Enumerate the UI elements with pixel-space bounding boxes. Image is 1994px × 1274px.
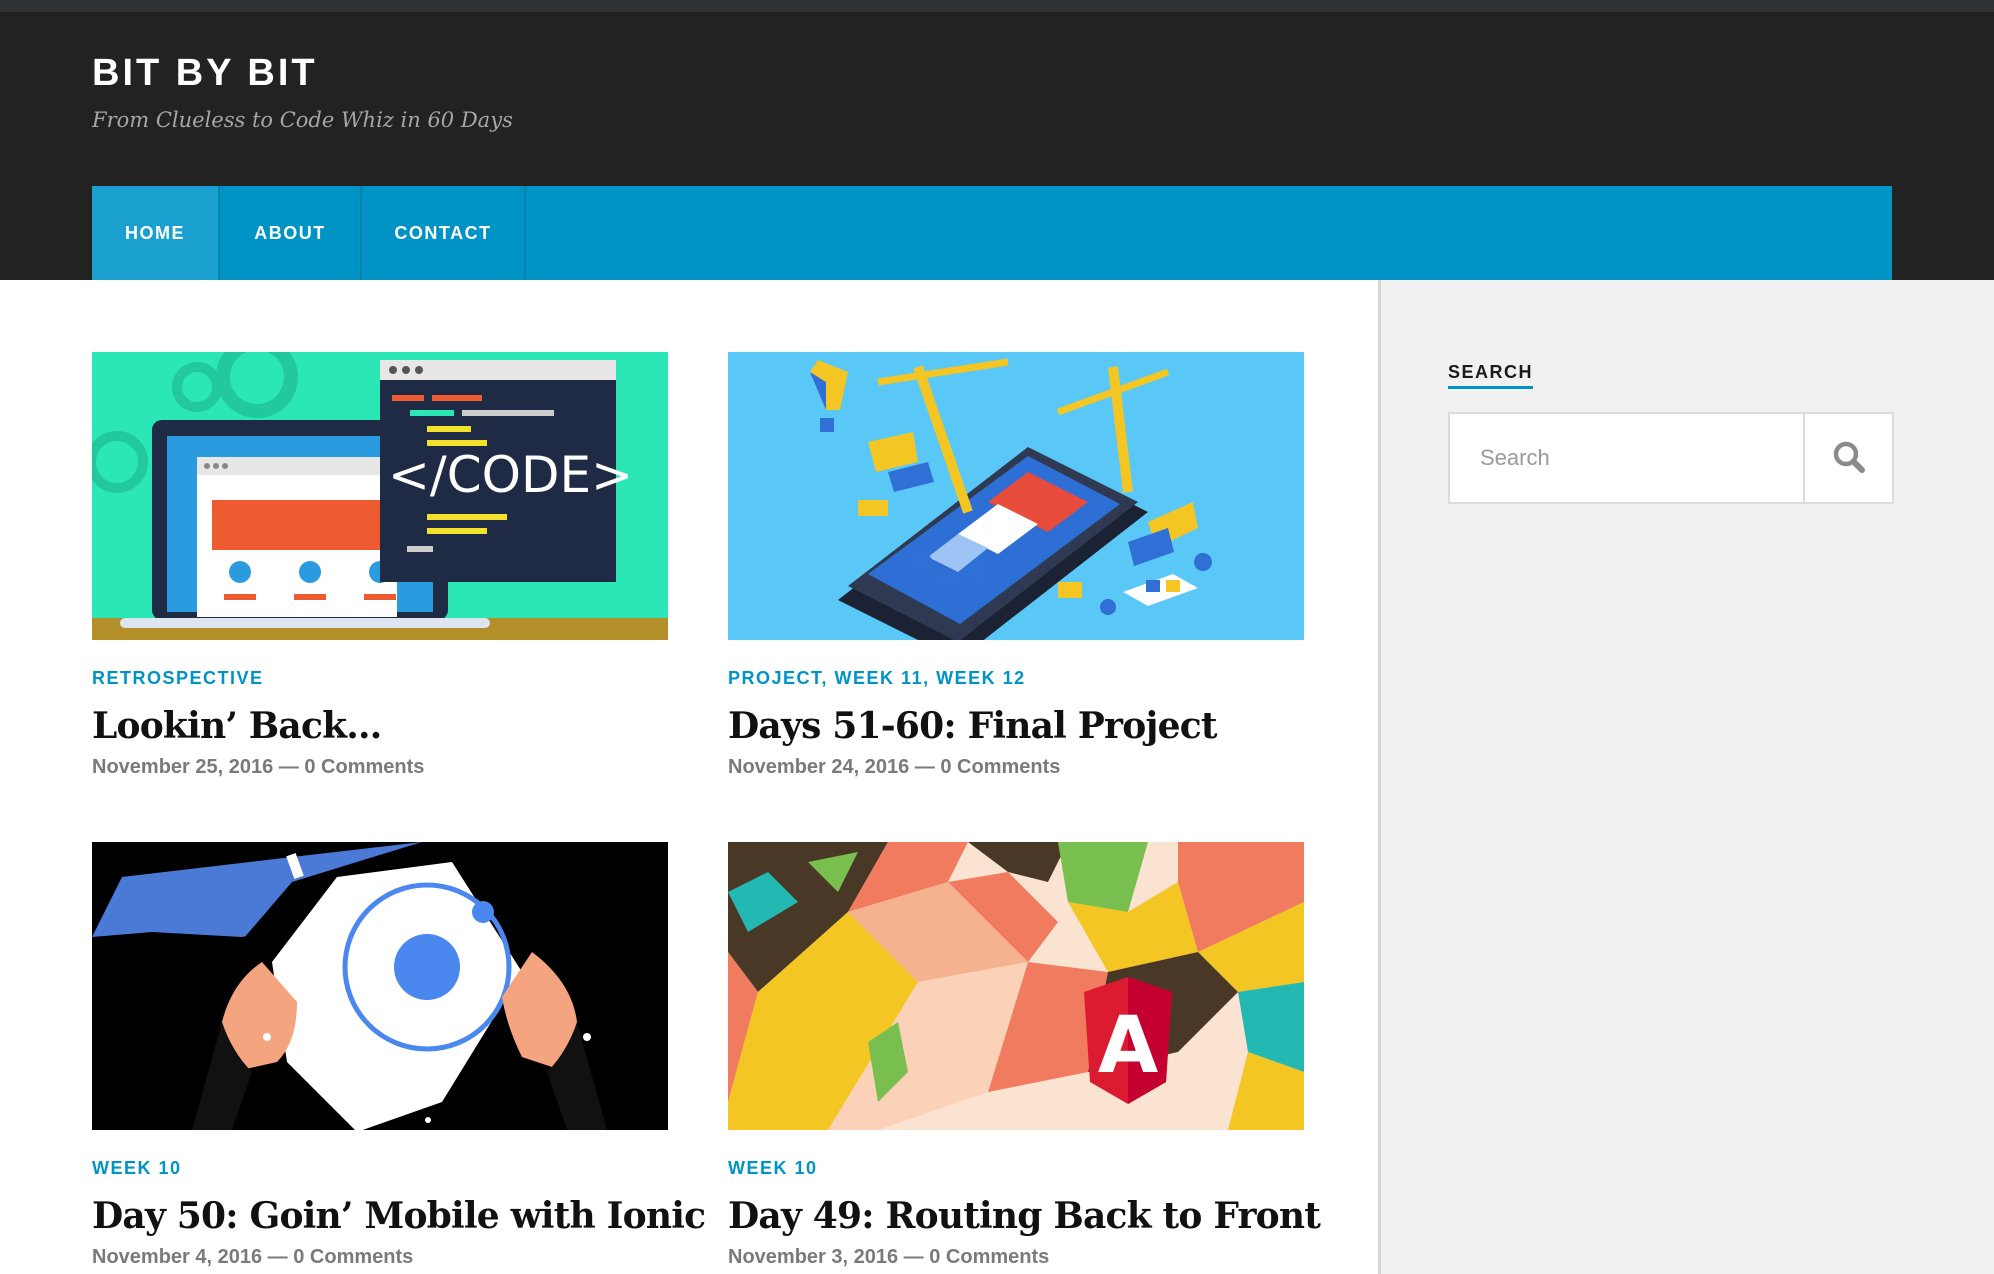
sidebar: SEARCH	[1378, 280, 1994, 1274]
post-categories: PROJECT, WEEK 11, WEEK 12	[728, 668, 1304, 692]
post-date[interactable]: November 4, 2016	[92, 1246, 262, 1268]
post-comments-link[interactable]: 0 Comments	[304, 756, 424, 778]
meta-separator: —	[278, 756, 305, 778]
svg-text:</CODE>: </CODE>	[388, 446, 633, 504]
post-title[interactable]: Day 50: Goin’ Mobile with Ionic	[92, 1194, 706, 1238]
post-meta: November 4, 2016 — 0 Comments	[92, 1246, 668, 1269]
post-thumbnail-app-construction-illustration[interactable]	[728, 352, 1304, 640]
post-comments-link[interactable]: 0 Comments	[293, 1246, 413, 1268]
post-meta: November 25, 2016 — 0 Comments	[92, 756, 668, 779]
category-link[interactable]: WEEK 11	[835, 668, 924, 688]
category-link[interactable]: PROJECT	[728, 668, 822, 688]
category-link[interactable]: RETROSPECTIVE	[92, 668, 264, 688]
search-widget-title: SEARCH	[1448, 362, 1534, 389]
category-link[interactable]: WEEK 12	[936, 668, 1026, 688]
site-description: From Clueless to Code Whiz in 60 Days	[92, 108, 513, 132]
post-title[interactable]: Lookin’ Back…	[92, 704, 668, 748]
post-comments-link[interactable]: 0 Comments	[929, 1246, 1049, 1268]
post-date[interactable]: November 25, 2016	[92, 756, 273, 778]
post-thumbnail-ionic-logo-superhero[interactable]	[92, 842, 668, 1130]
post-categories: WEEK 10	[728, 1158, 1304, 1182]
search-input[interactable]	[1450, 414, 1803, 502]
post-title[interactable]: Days 51-60: Final Project	[728, 704, 1304, 748]
post-card: A WEEK 10 Day 49: Routing Back to Front …	[728, 842, 1321, 1269]
search-form	[1448, 412, 1894, 504]
category-link[interactable]: WEEK 10	[728, 1158, 818, 1178]
post-meta: November 3, 2016 — 0 Comments	[728, 1246, 1304, 1269]
top-bar	[0, 0, 1994, 12]
post-comments-link[interactable]: 0 Comments	[940, 756, 1060, 778]
post-thumbnail-code-illustration[interactable]: </CODE>	[92, 352, 668, 640]
site-title[interactable]: BIT BY BIT	[92, 52, 318, 95]
post-categories: WEEK 10	[92, 1158, 668, 1182]
nav-item-contact[interactable]: CONTACT	[362, 186, 526, 280]
post-card: WEEK 10 Day 50: Goin’ Mobile with Ionic …	[92, 842, 706, 1269]
post-date[interactable]: November 3, 2016	[728, 1246, 898, 1268]
post-categories: RETROSPECTIVE	[92, 668, 668, 692]
post-card: PROJECT, WEEK 11, WEEK 12 Days 51-60: Fi…	[728, 352, 1304, 779]
meta-separator: —	[267, 1246, 294, 1268]
post-card: </CODE> RETROSPECTIVE Lookin’ Back… Nove…	[92, 352, 668, 779]
nav-item-about[interactable]: ABOUT	[220, 186, 362, 280]
post-thumbnail-angular-logo-origami[interactable]: A	[728, 842, 1304, 1130]
post-meta: November 24, 2016 — 0 Comments	[728, 756, 1304, 779]
search-icon	[1831, 439, 1867, 478]
meta-separator: —	[914, 756, 941, 778]
primary-nav: HOME ABOUT CONTACT	[92, 186, 1892, 280]
post-date[interactable]: November 24, 2016	[728, 756, 909, 778]
main-content: </CODE> RETROSPECTIVE Lookin’ Back… Nove…	[0, 280, 1378, 1274]
meta-separator: —	[903, 1246, 930, 1268]
category-separator: ,	[923, 668, 937, 688]
category-separator: ,	[821, 668, 835, 688]
search-button[interactable]	[1803, 414, 1892, 502]
svg-text:A: A	[1098, 1001, 1158, 1091]
post-title[interactable]: Day 49: Routing Back to Front	[728, 1194, 1321, 1238]
nav-item-home[interactable]: HOME	[92, 186, 220, 280]
category-link[interactable]: WEEK 10	[92, 1158, 182, 1178]
